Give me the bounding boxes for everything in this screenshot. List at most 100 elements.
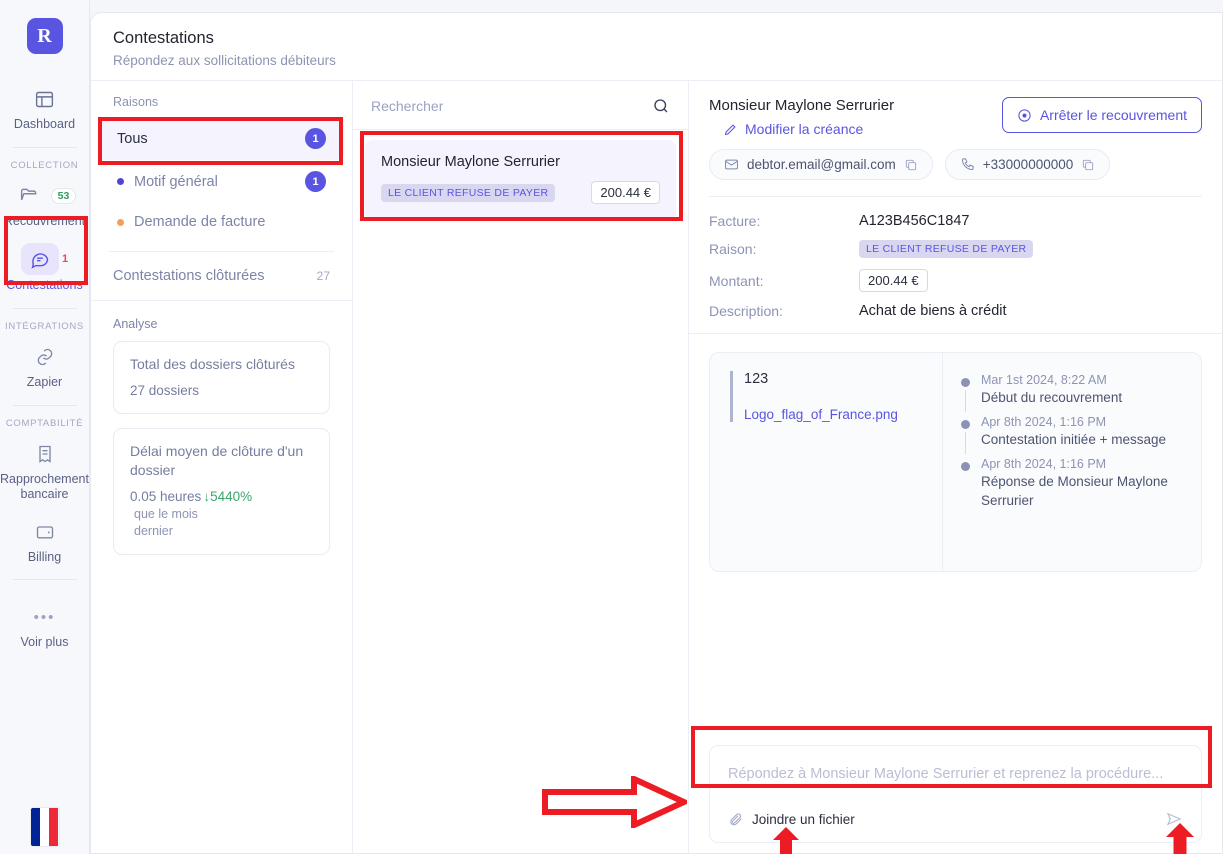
- fact-key: Description:: [709, 303, 783, 319]
- timeline-date: Apr 8th 2024, 1:16 PM: [981, 415, 1107, 430]
- sidebar-divider-2: [12, 307, 77, 309]
- sidebar-item-dashboard[interactable]: Dashboard: [0, 76, 89, 139]
- list-item[interactable]: Monsieur Maylone Serrurier LE CLIENT REF…: [365, 140, 676, 220]
- link-icon: [28, 342, 62, 372]
- sidebar-item-recouvrement[interactable]: 53 Recouvrement: [0, 173, 89, 236]
- attach-file-button[interactable]: Joindre un fichier: [728, 812, 855, 827]
- fact-row-raison: Raison: LE CLIENT REFUSE DE PAYER: [709, 240, 1202, 258]
- closed-contestations-row[interactable]: Contestations clôturées 27: [91, 252, 352, 301]
- closed-contestations-label: Contestations clôturées: [113, 268, 265, 284]
- copy-icon[interactable]: [1081, 158, 1095, 172]
- phone-icon: [960, 157, 975, 172]
- sidebar-label-recouvrement: Recouvrement: [3, 213, 86, 228]
- edit-claim-link[interactable]: Modifier la créance: [723, 121, 894, 137]
- app-logo[interactable]: R: [26, 18, 63, 54]
- sidebar-divider-4: [12, 579, 77, 581]
- list-item-name: Monsieur Maylone Serrurier: [381, 154, 560, 170]
- sidebar-label-voir-plus: Voir plus: [20, 635, 69, 650]
- attach-file-label: Joindre un fichier: [752, 811, 855, 827]
- stat-delta: ↓5440%: [203, 488, 253, 504]
- contestations-list-column: Monsieur Maylone Serrurier LE CLIENT REF…: [353, 81, 689, 853]
- stop-recovery-label: Arrêter le recouvrement: [1039, 107, 1187, 123]
- copy-icon[interactable]: [904, 158, 918, 172]
- reason-count-badge: 1: [305, 128, 326, 149]
- timeline-dot-icon: [961, 378, 970, 387]
- fact-row-facture: Facture: A123B456C1847: [709, 213, 1202, 229]
- message-quote: 123 Logo_flag_of_France.png: [730, 371, 922, 422]
- france-flag[interactable]: [30, 808, 59, 846]
- reason-filter-tous[interactable]: Tous 1: [99, 117, 344, 160]
- sidebar: R Dashboard COLLECTION 53 Recouvrement 1…: [0, 0, 90, 854]
- sidebar-section-comptabilite: COMPTABILITÉ: [5, 417, 84, 429]
- sidebar-section-integrations: INTÉGRATIONS: [5, 320, 84, 332]
- badge-contestations-count: 1: [61, 253, 69, 266]
- columns: Raisons Tous 1 Motif général 1 Demande d…: [91, 81, 1222, 853]
- facts-divider: [689, 333, 1222, 334]
- edit-claim-label: Modifier la créance: [745, 121, 864, 137]
- timeline: Mar 1st 2024, 8:22 AM Début du recouvrem…: [943, 353, 1201, 571]
- timeline-date: Apr 8th 2024, 1:16 PM: [981, 457, 1107, 472]
- fact-row-montant: Montant: 200.44 €: [709, 269, 1202, 292]
- chat-bubble-icon: [20, 243, 59, 276]
- stat-value: 27 dossiers: [130, 382, 200, 398]
- timeline-dot-icon: [961, 462, 970, 472]
- stat-card-avg-delay: Délai moyen de clôture d'un dossier 0.05…: [113, 427, 330, 556]
- fact-value: Achat de biens à crédit: [859, 303, 1007, 319]
- reason-filter-demande-de-facture[interactable]: Demande de facture: [99, 203, 344, 241]
- timeline-text: Début du recouvrement: [981, 390, 1123, 405]
- sidebar-divider-1: [12, 146, 77, 148]
- message-text: 123: [744, 371, 769, 387]
- sidebar-item-billing[interactable]: Billing: [0, 509, 89, 572]
- fact-key: Raison:: [709, 241, 757, 257]
- paperclip-icon: [728, 812, 743, 827]
- reply-input[interactable]: [710, 746, 1201, 800]
- sidebar-item-zapier[interactable]: Zapier: [0, 334, 89, 397]
- sidebar-label-dashboard: Dashboard: [13, 117, 76, 131]
- page-title: Contestations: [113, 29, 214, 47]
- closed-contestations-count: 27: [316, 269, 330, 283]
- layout-icon: [28, 84, 62, 114]
- stat-title: Total des dossiers clôturés: [130, 356, 295, 372]
- timeline-item: Apr 8th 2024, 1:16 PM Réponse de Monsieu…: [961, 457, 1185, 509]
- reason-filter-motif-general[interactable]: Motif général 1: [99, 160, 344, 203]
- stat-title: Délai moyen de clôture d'un dossier: [130, 442, 304, 478]
- timeline-text: Contestation initiée + message: [981, 432, 1166, 448]
- sidebar-item-voir-plus[interactable]: ••• Voir plus: [0, 594, 89, 657]
- wallet-icon: [28, 517, 62, 547]
- badge-recouvrement-count: 53: [50, 187, 77, 204]
- fact-row-description: Description: Achat de biens à crédit: [709, 303, 1202, 319]
- phone-chip[interactable]: +33000000000: [944, 149, 1111, 180]
- detail-header: Monsieur Maylone Serrurier Modifier la c…: [689, 81, 1222, 197]
- stop-circle-icon: [1017, 108, 1032, 123]
- stat-delta-caption: que le mois dernier: [134, 506, 198, 538]
- message-attachment-link[interactable]: Logo_flag_of_France.png: [744, 407, 922, 422]
- send-icon[interactable]: [1165, 810, 1183, 828]
- search-input[interactable]: [371, 98, 626, 114]
- app-root: R Dashboard COLLECTION 53 Recouvrement 1…: [0, 0, 1223, 854]
- reason-label: Motif général: [134, 173, 218, 190]
- reasons-column: Raisons Tous 1 Motif général 1 Demande d…: [91, 81, 353, 853]
- timeline-connector: [965, 432, 966, 455]
- timeline-item: Apr 8th 2024, 1:16 PM Contestation initi…: [961, 415, 1185, 457]
- list-item-amount: 200.44 €: [591, 181, 660, 204]
- sidebar-item-contestations[interactable]: 1 Contestations: [0, 235, 89, 300]
- page-header: Contestations Répondez aux sollicitation…: [91, 13, 1222, 81]
- reasons-heading: Raisons: [113, 95, 159, 109]
- sidebar-label-rapprochement-bancaire: Rapprochement bancaire: [0, 471, 89, 502]
- debtor-name: Monsieur Maylone Serrurier: [709, 97, 895, 114]
- sidebar-label-zapier: Zapier: [26, 374, 63, 389]
- stop-recovery-button[interactable]: Arrêter le recouvrement: [1001, 97, 1202, 133]
- timeline-text: Réponse de Monsieur Maylone Serrurier: [981, 474, 1168, 508]
- timeline-item: Mar 1st 2024, 8:22 AM Début du recouvrem…: [961, 373, 1185, 415]
- search-icon[interactable]: [652, 97, 670, 115]
- reason-count-badge: 1: [305, 171, 326, 192]
- phone-value: +33000000000: [982, 157, 1074, 172]
- main-panel: Contestations Répondez aux sollicitation…: [90, 12, 1223, 854]
- email-chip[interactable]: debtor.email@gmail.com: [709, 149, 933, 180]
- reason-label: Demande de facture: [134, 214, 266, 230]
- stat-value: 0.05 heures: [130, 488, 202, 504]
- folder-icon: [13, 181, 47, 211]
- fact-key: Montant:: [709, 272, 764, 289]
- detail-column: Monsieur Maylone Serrurier Modifier la c…: [689, 81, 1222, 853]
- sidebar-item-rapprochement-bancaire[interactable]: Rapprochement bancaire: [0, 431, 89, 509]
